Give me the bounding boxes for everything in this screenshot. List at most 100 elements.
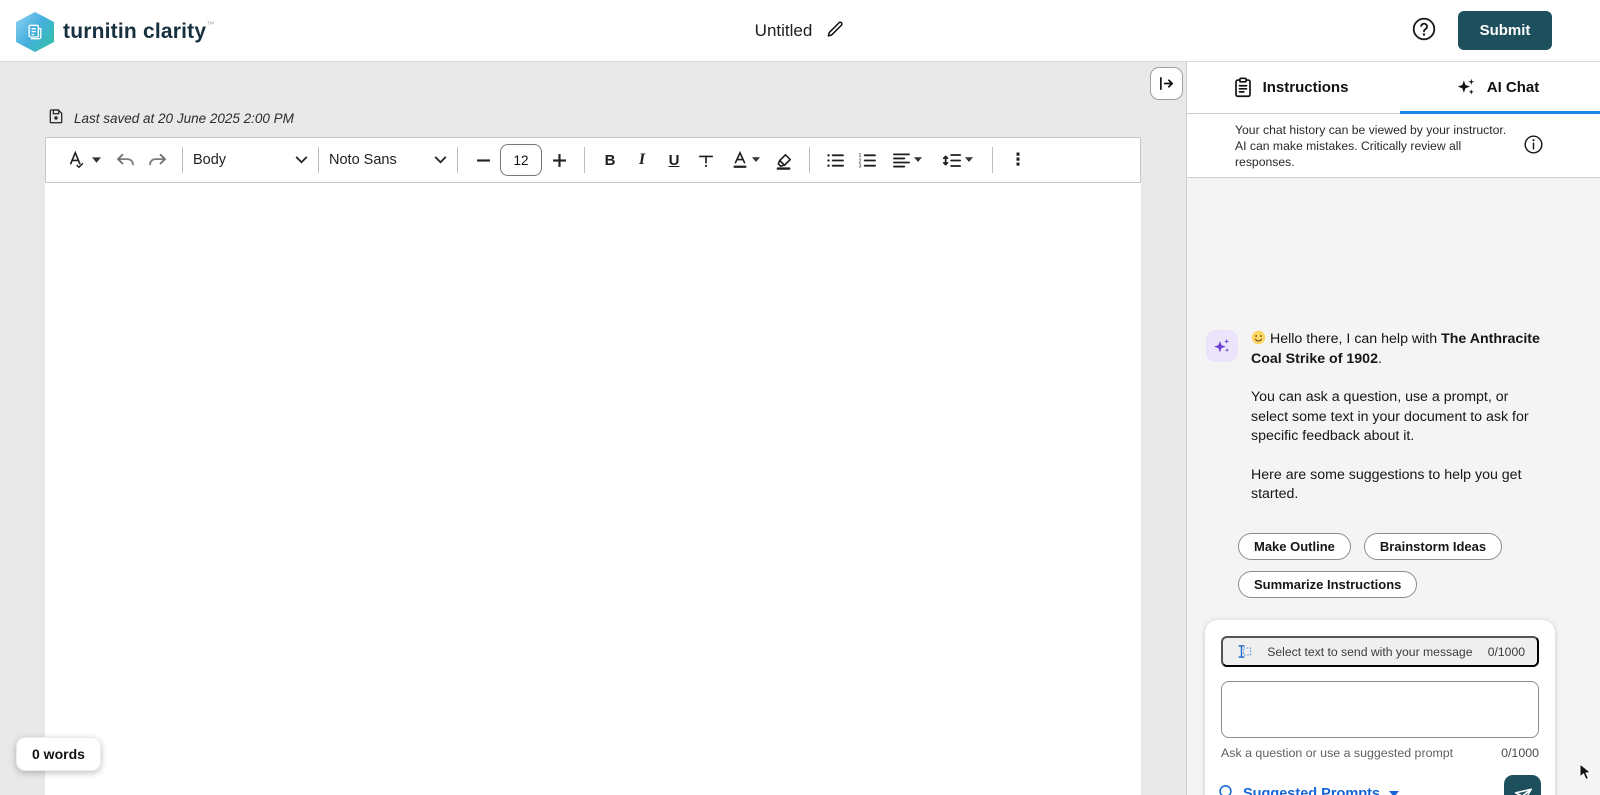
chat-disclaimer-text: Your chat history can be viewed by your … [1235, 122, 1511, 170]
bullet-list-button[interactable] [820, 143, 850, 177]
italic-icon: I [639, 151, 645, 169]
toolbar-divider [584, 147, 585, 173]
line-spacing-icon [942, 152, 962, 169]
highlighter-icon [775, 151, 794, 170]
bullet-list-icon [826, 152, 845, 169]
italic-button[interactable]: I [627, 143, 657, 177]
toolbar-divider [318, 147, 319, 173]
tab-ai-chat[interactable]: AI Chat [1394, 62, 1600, 113]
collapse-arrow-icon [1158, 76, 1175, 91]
message-composer: Select text to send with your message 0/… [1205, 620, 1555, 795]
paragraph-style-value: Body [193, 152, 226, 168]
font-size-decrease-button[interactable] [468, 143, 498, 177]
text-style-check-button[interactable] [60, 143, 108, 177]
help-icon [1411, 30, 1437, 45]
font-family-dropdown[interactable]: Noto Sans [329, 152, 447, 168]
strikethrough-icon [697, 151, 715, 169]
info-button[interactable] [1523, 134, 1544, 158]
text-color-icon [731, 151, 749, 169]
lightbulb-icon [1217, 784, 1234, 795]
redo-button[interactable] [142, 143, 172, 177]
disclaimer-line-2: AI can make mistakes. Critically review … [1235, 138, 1511, 170]
kebab-menu-icon: ⋮ [1010, 155, 1027, 165]
brand-text: turnitin clarity [63, 20, 206, 43]
composer-hint-row: Ask a question or use a suggested prompt… [1221, 746, 1539, 760]
word-count-badge: 0 words [16, 737, 101, 771]
brand-logo: turnitin clarity™ [16, 12, 214, 52]
brand-name: turnitin clarity™ [63, 20, 214, 44]
brand-trademark: ™ [206, 20, 214, 29]
chat-paragraph-3: Here are some suggestions to help you ge… [1251, 466, 1549, 505]
top-header: turnitin clarity™ Untitled [0, 0, 1600, 62]
ai-message: Hello there, I can help with The Anthrac… [1206, 330, 1549, 505]
tab-instructions-label: Instructions [1263, 79, 1349, 96]
turnitin-clarity-app: turnitin clarity™ Untitled [0, 0, 1600, 795]
send-message-button[interactable] [1504, 775, 1541, 795]
suggestion-brainstorm-ideas[interactable]: Brainstorm Ideas [1364, 533, 1502, 560]
chevron-down-icon [434, 156, 447, 164]
ai-sparkles-icon [1212, 336, 1232, 356]
greeting-suffix: . [1378, 351, 1382, 367]
chevron-down-icon [965, 157, 973, 163]
bold-button[interactable]: B [595, 143, 625, 177]
text-select-icon [1235, 644, 1252, 659]
chevron-down-icon [92, 157, 101, 164]
undo-button[interactable] [110, 143, 140, 177]
mouse-cursor [1578, 763, 1593, 786]
collapse-panel-button[interactable] [1150, 67, 1183, 100]
pencil-icon [826, 20, 845, 42]
toolbar-divider [809, 147, 810, 173]
smiley-emoji [1251, 331, 1266, 347]
select-text-chip[interactable]: Select text to send with your message 0/… [1221, 636, 1539, 667]
chat-paragraph-2: You can ask a question, use a prompt, or… [1251, 388, 1549, 447]
assistant-panel: Instructions AI Chat Your chat history c… [1186, 62, 1600, 795]
bold-icon: B [605, 152, 616, 169]
font-family-value: Noto Sans [329, 152, 397, 168]
composer-hint: Ask a question or use a suggested prompt [1221, 746, 1453, 760]
align-button[interactable] [884, 143, 930, 177]
ai-avatar [1206, 330, 1238, 362]
chat-message-input[interactable] [1221, 681, 1539, 738]
align-left-icon [892, 152, 911, 169]
strikethrough-button[interactable] [691, 143, 721, 177]
send-icon [1513, 784, 1533, 795]
greeting-paragraph: Hello there, I can help with The Anthrac… [1251, 330, 1549, 369]
paragraph-style-dropdown[interactable]: Body [193, 152, 308, 168]
help-button[interactable] [1410, 16, 1438, 44]
font-size-increase-button[interactable] [544, 143, 574, 177]
chevron-down-icon [914, 157, 922, 163]
font-size-input[interactable] [500, 144, 542, 176]
suggestion-make-outline[interactable]: Make Outline [1238, 533, 1351, 560]
chevron-down-icon [295, 156, 308, 164]
tab-instructions[interactable]: Instructions [1187, 62, 1394, 113]
suggested-prompts-label: Suggested Prompts [1243, 786, 1380, 795]
line-spacing-button[interactable] [932, 143, 982, 177]
chevron-down-icon [1389, 791, 1399, 795]
suggestion-summarize-instructions[interactable]: Summarize Instructions [1238, 571, 1417, 598]
last-saved-text: Last saved at 20 June 2025 2:00 PM [74, 111, 294, 126]
submit-button[interactable]: Submit [1458, 11, 1552, 50]
tab-ai-chat-label: AI Chat [1487, 79, 1540, 96]
more-options-button[interactable]: ⋮ [1003, 143, 1033, 177]
document-page[interactable] [45, 183, 1141, 795]
disclaimer-line-1: Your chat history can be viewed by your … [1235, 122, 1511, 138]
last-saved-status: Last saved at 20 June 2025 2:00 PM [48, 108, 294, 129]
underline-icon: U [669, 152, 680, 169]
chat-disclaimer: Your chat history can be viewed by your … [1187, 114, 1600, 178]
editor-toolbar: Body Noto Sans B I U [45, 137, 1141, 183]
document-title[interactable]: Untitled [755, 21, 813, 41]
toolbar-divider [457, 147, 458, 173]
underline-button[interactable]: U [659, 143, 689, 177]
select-text-label: Select text to send with your message [1261, 645, 1479, 659]
editor-workspace: Last saved at 20 June 2025 2:00 PM [0, 62, 1186, 795]
sparkles-icon [1456, 77, 1477, 98]
select-text-counter: 0/1000 [1488, 645, 1525, 659]
chevron-down-icon [752, 157, 760, 163]
numbered-list-button[interactable]: 1 2 3 [852, 143, 882, 177]
text-color-button[interactable] [723, 143, 767, 177]
turnitin-logo-icon [16, 12, 54, 52]
highlight-button[interactable] [769, 143, 799, 177]
rename-document-button[interactable] [826, 20, 845, 42]
suggested-prompts-dropdown[interactable]: Suggested Prompts [1217, 776, 1399, 795]
clipboard-icon [1233, 77, 1253, 98]
